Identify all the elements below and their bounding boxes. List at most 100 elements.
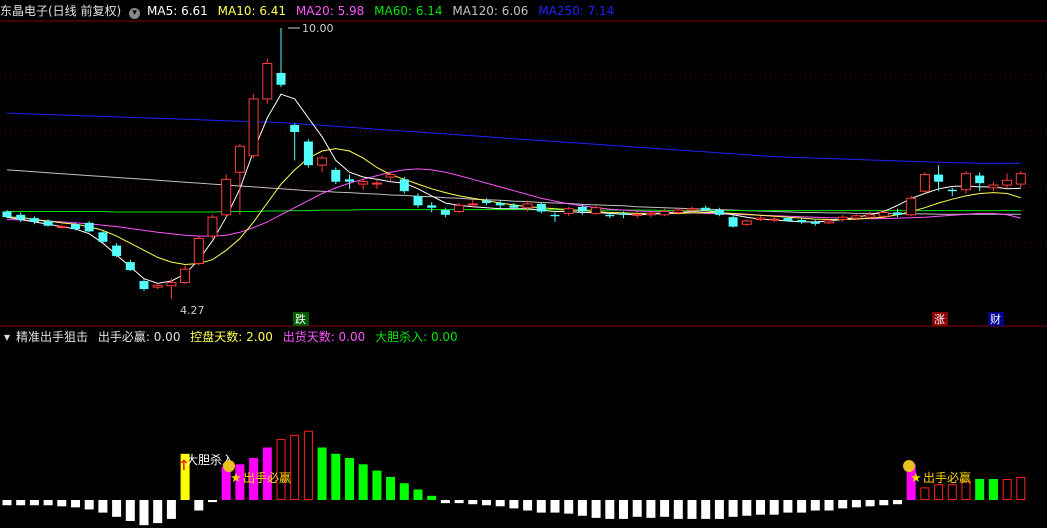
candle-up [988, 184, 999, 189]
candle-up [1002, 179, 1013, 186]
candle-up [851, 215, 862, 219]
candle-up [248, 98, 259, 157]
candle-up [1015, 173, 1026, 185]
candlesticks [2, 28, 1026, 299]
candle-down [810, 221, 820, 224]
indicator-bar [276, 439, 286, 501]
bishou-label-1: 出手必赢 [243, 470, 291, 485]
candle-down [947, 189, 957, 192]
candle-up [961, 173, 971, 191]
candle-down [98, 232, 108, 242]
candle-up [221, 178, 232, 216]
candle-down [139, 281, 149, 290]
indicator-bar [509, 500, 519, 509]
ma250-line [6, 112, 1021, 164]
indicator-bar [838, 500, 848, 509]
die-label: 跌 [295, 312, 306, 326]
kline-chart[interactable]: 10.00 4.27 跌 涨 财 大胆杀入 ↑ ★ 出手必赢 ★ 出手必赢 [0, 0, 1047, 528]
candle-down [276, 72, 286, 85]
indicator-bar [166, 500, 176, 519]
candle-down [728, 217, 738, 227]
candle-down [934, 174, 944, 182]
candle-down [495, 202, 505, 206]
candle-down [714, 210, 724, 215]
candle-up [467, 203, 478, 206]
indicator-bar [646, 500, 656, 518]
indicator-bar [824, 500, 834, 511]
indicator-bar [550, 500, 560, 513]
candle-down [303, 141, 313, 166]
candle-down [413, 195, 423, 206]
cai-label: 财 [990, 312, 1001, 326]
candle-down [16, 214, 26, 220]
indicator-bar [153, 500, 163, 524]
candle-down [893, 212, 902, 215]
candle-down [427, 205, 437, 208]
candle-up [563, 208, 574, 214]
indicator-bar [317, 447, 327, 500]
candle-down [112, 245, 122, 256]
candle-down [797, 220, 807, 222]
indicator-bar [139, 500, 149, 526]
candle-up [152, 284, 163, 288]
candle-down [536, 203, 546, 212]
indicator-bar [440, 500, 450, 504]
annotations: 10.00 4.27 跌 涨 财 大胆杀入 ↑ ★ 出手必赢 ★ 出手必赢 [178, 22, 1004, 486]
candle-up [193, 237, 204, 265]
indicator-bar [947, 484, 957, 500]
indicator-bar [564, 500, 574, 514]
indicator-bar [386, 476, 396, 500]
indicator-bar [112, 500, 122, 517]
indicator-bar [577, 500, 587, 516]
candle-down [619, 213, 628, 215]
indicator-bar [742, 500, 752, 516]
zhang-label: 涨 [934, 313, 945, 326]
candle-up [645, 212, 656, 216]
indicator-bar [290, 434, 300, 500]
indicator-bar [660, 500, 670, 517]
indicator-bar [920, 487, 930, 500]
indicator-bar [303, 430, 313, 501]
candle-down [440, 210, 450, 215]
candle-up [687, 208, 697, 211]
candle-up [769, 218, 780, 221]
indicator-bar [865, 500, 875, 507]
high-label: 10.00 [302, 22, 334, 35]
star-icon: ★ [910, 471, 922, 486]
candle-up [591, 207, 602, 214]
indicator-bar [57, 500, 67, 507]
indicator-bar [893, 500, 902, 505]
indicator-bar [1002, 479, 1012, 500]
indicator-bar [605, 500, 615, 519]
indicator-bars [2, 430, 1026, 526]
candle-down [2, 211, 12, 218]
candle-up [317, 157, 328, 166]
candle-down [43, 220, 53, 226]
indicator-bar [413, 489, 423, 500]
candle-down [290, 124, 300, 133]
grid-lines [0, 20, 1047, 327]
indicator-bar [208, 500, 217, 503]
candle-up [371, 182, 382, 185]
indicator-bar [851, 500, 861, 508]
indicator-bar [934, 484, 944, 500]
indicator-bar [454, 500, 464, 504]
candle-down [550, 214, 560, 217]
indicator-bar [345, 458, 354, 500]
indicator-bar [714, 500, 724, 519]
indicator-bar [523, 500, 533, 511]
candle-up [878, 211, 889, 217]
indicator-bar [495, 500, 505, 507]
indicator-bar [1016, 476, 1026, 500]
candle-down [399, 179, 409, 192]
candle-down [331, 169, 341, 182]
candle-up [56, 226, 67, 229]
indicator-bar [988, 479, 998, 500]
indicator-bar [632, 500, 642, 517]
candle-up [755, 217, 766, 221]
candle-up [234, 145, 245, 173]
candle-up [358, 181, 369, 185]
candle-up [906, 197, 917, 216]
indicator-bar [71, 500, 80, 508]
candle-down [482, 200, 491, 203]
